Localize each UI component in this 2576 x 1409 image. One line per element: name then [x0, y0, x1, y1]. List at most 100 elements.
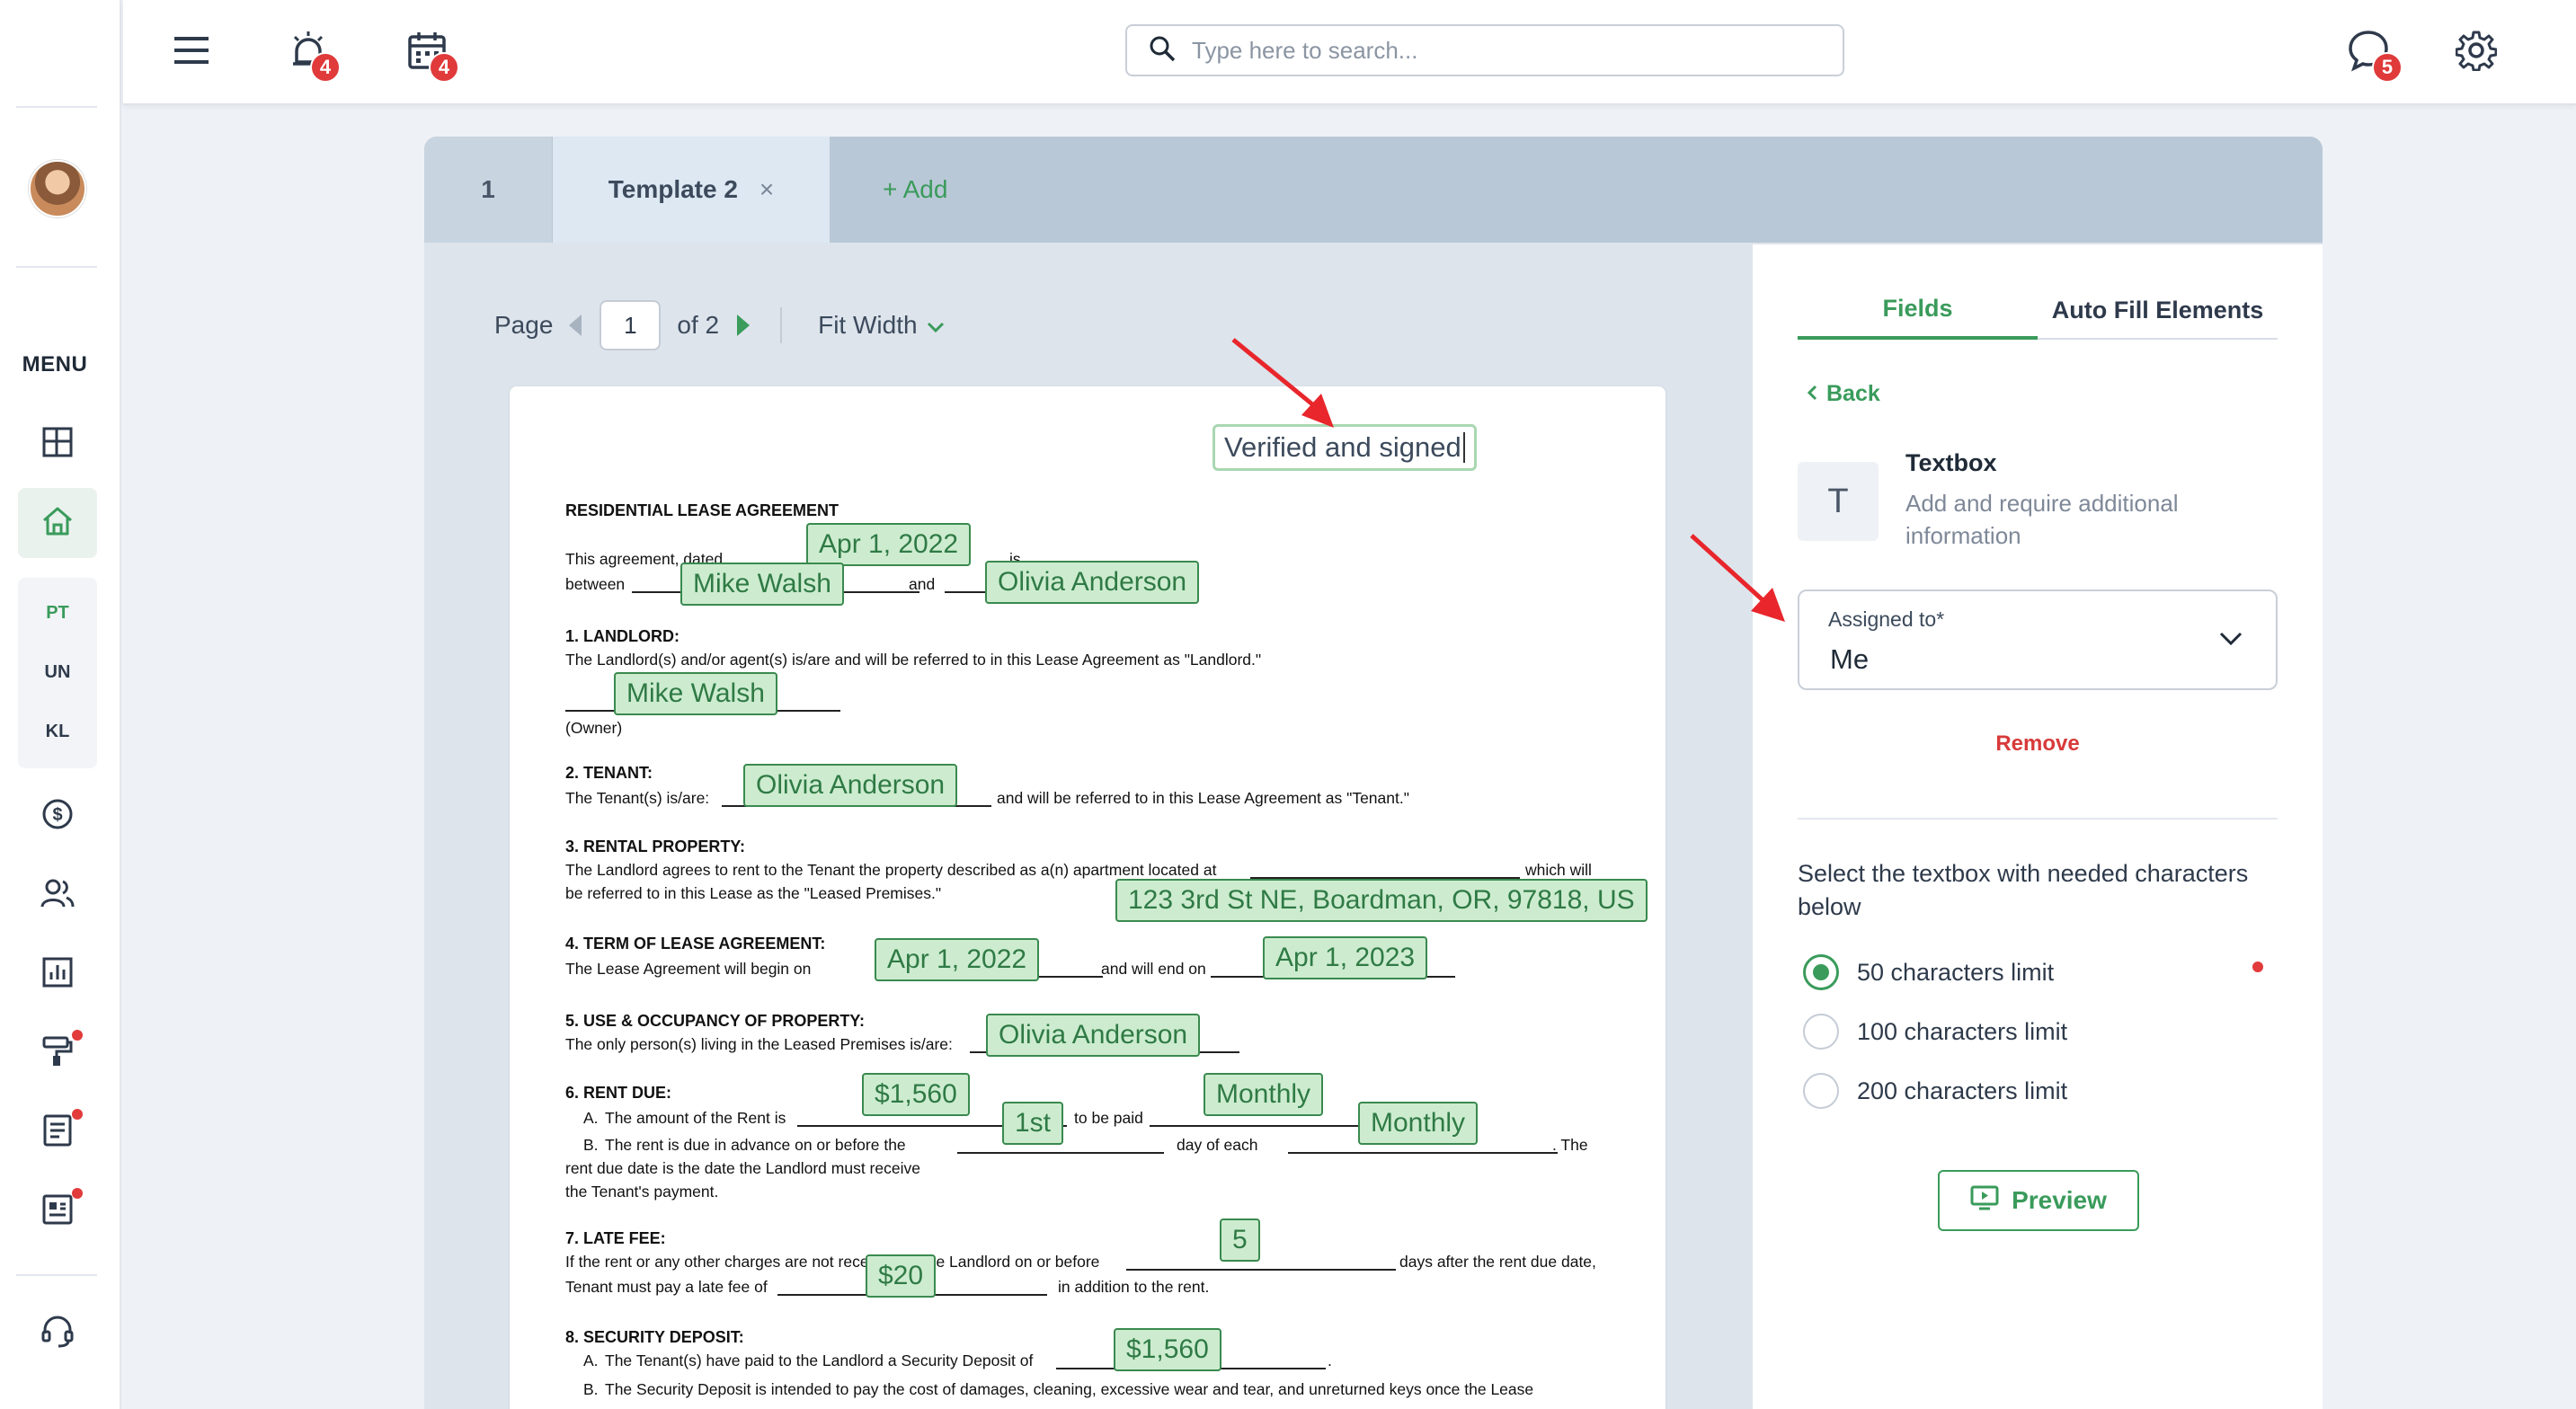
- page-total: of 2: [677, 311, 720, 339]
- doc-text: The Landlord agrees to rent to the Tenan…: [565, 861, 1217, 879]
- section-heading: 7. LATE FEE:: [565, 1229, 666, 1247]
- term-end-field[interactable]: Apr 1, 2023: [1263, 936, 1428, 979]
- doc-text: B.: [583, 1380, 599, 1398]
- top-bar: 4 4 5: [123, 0, 2576, 105]
- char-limit-option-100[interactable]: 100 characters limit: [1803, 1014, 2067, 1050]
- blank-line: [1288, 1152, 1558, 1154]
- doc-text: The Landlord(s) and/or agent(s) is/are a…: [565, 651, 1262, 669]
- contacts-icon[interactable]: [36, 872, 79, 915]
- tab-label: + Add: [883, 175, 948, 203]
- section-heading: 1. LANDLORD:: [565, 627, 680, 645]
- rent-frequency-field[interactable]: Monthly: [1204, 1073, 1324, 1116]
- support-icon[interactable]: [36, 1310, 79, 1353]
- section-heading: 3. RENTAL PROPERTY:: [565, 837, 746, 855]
- back-button[interactable]: Back: [1807, 381, 1880, 407]
- doc-text: and will be referred to in this Lease Ag…: [997, 789, 1409, 807]
- back-label: Back: [1826, 381, 1880, 406]
- due-day-field[interactable]: 1st: [1002, 1102, 1064, 1145]
- doc-text: The only person(s) living in the Leased …: [565, 1035, 953, 1053]
- sidebar-item-kl[interactable]: KL: [18, 722, 97, 742]
- calendar-icon[interactable]: 4: [402, 25, 459, 83]
- radio-selected[interactable]: [1803, 954, 1839, 990]
- doc-text: The Tenant(s) is/are:: [565, 789, 710, 807]
- tab-1[interactable]: 1: [424, 137, 552, 243]
- radio-unselected[interactable]: [1803, 1014, 1839, 1050]
- search-input[interactable]: [1192, 36, 1803, 65]
- doc-text: If the rent or any other charges are not…: [565, 1253, 1100, 1271]
- hamburger-menu-icon[interactable]: [166, 25, 217, 75]
- doc-text: The amount of the Rent is: [605, 1109, 786, 1127]
- assigned-to-select[interactable]: Assigned to* Me: [1798, 589, 2278, 690]
- late-fee-field[interactable]: $20: [866, 1254, 937, 1298]
- date-field[interactable]: Apr 1, 2022: [806, 523, 972, 566]
- term-start-field[interactable]: Apr 1, 2022: [875, 938, 1040, 981]
- char-limit-option-200[interactable]: 200 characters limit: [1803, 1073, 2067, 1109]
- tab-template-2[interactable]: Template 2 ×: [553, 137, 830, 243]
- sidebar-item-un[interactable]: UN: [18, 662, 97, 683]
- radio-unselected[interactable]: [1803, 1073, 1839, 1109]
- doc-text: to be paid: [1074, 1109, 1143, 1127]
- section-heading: 4. TERM OF LEASE AGREEMENT:: [565, 935, 826, 953]
- alarm-count-badge: 4: [310, 52, 341, 83]
- field-type-description: Add and require additional information: [1905, 490, 2179, 549]
- chat-icon[interactable]: 5: [2343, 25, 2403, 83]
- late-days-field[interactable]: 5: [1220, 1218, 1260, 1262]
- sidebar-item-home[interactable]: [18, 488, 97, 558]
- occupant-field[interactable]: Olivia Anderson: [986, 1014, 1201, 1057]
- tab-auto-fill-elements[interactable]: Auto Fill Elements: [2038, 280, 2278, 340]
- svg-text:$: $: [52, 805, 62, 825]
- page-label: Page: [494, 311, 554, 339]
- landlord-signature-field[interactable]: Mike Walsh: [614, 672, 777, 715]
- tenant-field[interactable]: Olivia Anderson: [743, 764, 958, 807]
- sidebar-item-pt[interactable]: PT: [18, 603, 97, 624]
- template-editor: 1 Template 2 × + Add Page of 2 Fit Width…: [424, 137, 2323, 1409]
- zoom-dropdown[interactable]: Fit Width: [818, 311, 944, 340]
- doc-text: between: [565, 575, 626, 593]
- address-field[interactable]: 123 3rd St NE, Boardman, OR, 97818, US: [1115, 879, 1648, 922]
- doc-text: days after the rent due date,: [1399, 1253, 1596, 1271]
- close-icon[interactable]: ×: [759, 175, 774, 204]
- tab-fields[interactable]: Fields: [1798, 280, 2038, 340]
- doc-text: B.: [583, 1136, 599, 1154]
- doc-text: (Owner): [565, 719, 623, 737]
- doc-text: The Lease Agreement will begin on: [565, 960, 812, 978]
- paint-roller-icon[interactable]: [36, 1030, 83, 1073]
- next-page-icon[interactable]: [737, 315, 751, 336]
- deposit-field[interactable]: $1,560: [1114, 1328, 1221, 1371]
- notification-dot: [72, 1030, 83, 1041]
- document-icon[interactable]: [36, 1109, 83, 1152]
- dollar-icon[interactable]: $: [36, 793, 79, 836]
- preview-button[interactable]: Preview: [1938, 1170, 2139, 1231]
- home-icon: [40, 504, 75, 543]
- dashboard-icon[interactable]: [36, 421, 79, 464]
- page-navigation: Page of 2 Fit Width: [494, 300, 945, 350]
- doc-text: A.: [583, 1351, 599, 1369]
- monitor-icon: [1970, 1184, 1999, 1218]
- doc-text: Tenant must pay a late fee of: [565, 1278, 768, 1296]
- doc-text: be referred to in this Lease as the "Lea…: [565, 884, 942, 902]
- previous-page-icon[interactable]: [569, 315, 582, 336]
- newspaper-icon[interactable]: [36, 1188, 83, 1231]
- char-limit-instructions: Select the textbox with needed character…: [1798, 860, 2249, 920]
- avatar[interactable]: [29, 160, 86, 217]
- section-heading: 6. RENT DUE:: [565, 1084, 672, 1102]
- tenant-name-field[interactable]: Olivia Anderson: [985, 561, 1200, 604]
- landlord-name-field[interactable]: Mike Walsh: [680, 563, 844, 606]
- annotation-arrow: [1690, 534, 1785, 622]
- char-limit-option-50[interactable]: 50 characters limit: [1803, 954, 2054, 990]
- remove-button[interactable]: Remove: [1798, 731, 2278, 757]
- alarm-icon[interactable]: 4: [283, 25, 341, 83]
- page-number-input[interactable]: [600, 300, 662, 350]
- sidebar-properties-group: PT UN KL: [18, 578, 97, 768]
- search-bar: [1125, 24, 1844, 76]
- due-each-field[interactable]: Monthly: [1358, 1102, 1479, 1145]
- gear-icon[interactable]: [2451, 25, 2501, 75]
- doc-text: The rent is due in advance on or before …: [605, 1136, 906, 1154]
- doc-text: day of each: [1177, 1136, 1258, 1154]
- text-caret: [1462, 432, 1465, 463]
- add-tab-button[interactable]: + Add: [883, 137, 947, 243]
- field-properties-panel: Fields Auto Fill Elements Back T Textbox…: [1753, 244, 2323, 1409]
- reports-icon[interactable]: [36, 951, 79, 994]
- sidebar: MENU PT UN KL $: [0, 0, 121, 1409]
- rent-amount-field[interactable]: $1,560: [862, 1073, 970, 1116]
